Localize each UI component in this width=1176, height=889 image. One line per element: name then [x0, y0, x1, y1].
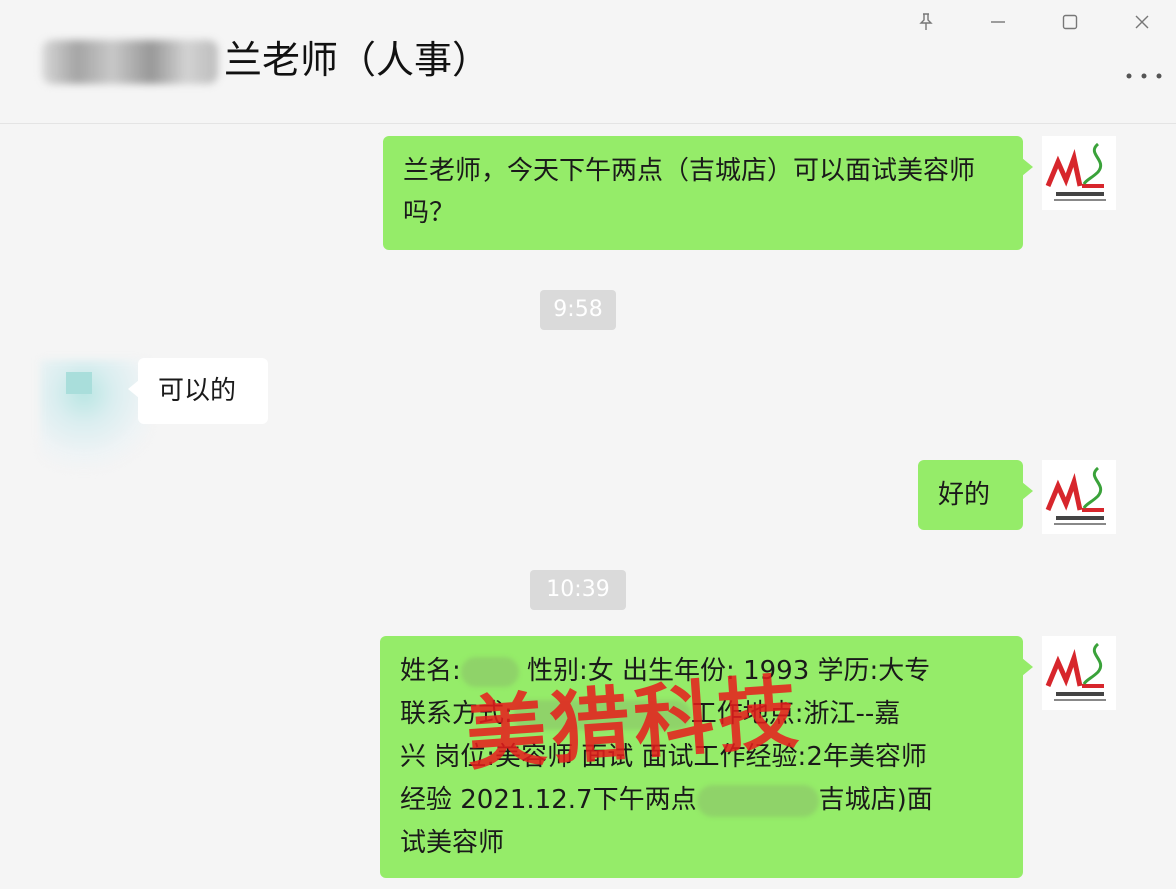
my-avatar-logo[interactable]: [1042, 136, 1116, 210]
my-avatar-logo[interactable]: [1042, 636, 1116, 710]
message-bubble-incoming[interactable]: 可以的: [128, 358, 268, 424]
chat-title: 兰老师（人事）: [224, 38, 491, 82]
message-line: 试美容师: [400, 828, 505, 858]
redacted-phone: [512, 699, 691, 730]
maximize-icon[interactable]: [1050, 6, 1090, 38]
pin-icon[interactable]: [906, 6, 946, 38]
message-bubble-outgoing[interactable]: 姓名: 性别:女 出生年份: 1993 学历:大专 联系方式: 工作地点:浙江--…: [380, 636, 1033, 878]
minimize-icon[interactable]: [978, 6, 1018, 38]
redacted-name: [460, 656, 519, 687]
my-avatar-logo[interactable]: [1042, 460, 1116, 534]
message-line: 联系方式: 工作地点:浙江--嘉: [400, 699, 901, 730]
message-bubble-outgoing[interactable]: 兰老师，今天下午两点（吉城店）可以面试美容师吗？: [383, 136, 1033, 250]
message-text: 兰老师，今天下午两点（吉城店）可以面试美容师吗？: [403, 156, 976, 228]
timestamp: 9:58: [540, 290, 616, 330]
message-line: 经验 2021.12.7下午两点 吉城店)面: [400, 784, 933, 817]
contact-avatar-tile: [66, 372, 92, 394]
contact-avatar-redacted[interactable]: [40, 360, 150, 470]
chat-header: 兰老师（人事）: [0, 0, 1176, 124]
timestamp: 10:39: [530, 570, 626, 610]
message-text: 可以的: [158, 376, 237, 406]
redacted-location: [696, 784, 819, 817]
message-text: 好的: [938, 480, 991, 510]
message-line: 兴 岗位:美容师 面试 面试工作经验:2年美容师: [400, 742, 927, 772]
message-line: 姓名: 性别:女 出生年份: 1993 学历:大专: [400, 656, 931, 687]
close-icon[interactable]: [1122, 6, 1162, 38]
message-bubble-outgoing[interactable]: 好的: [918, 460, 1033, 530]
contact-name-redacted: [42, 40, 218, 84]
more-icon[interactable]: [1116, 62, 1172, 90]
